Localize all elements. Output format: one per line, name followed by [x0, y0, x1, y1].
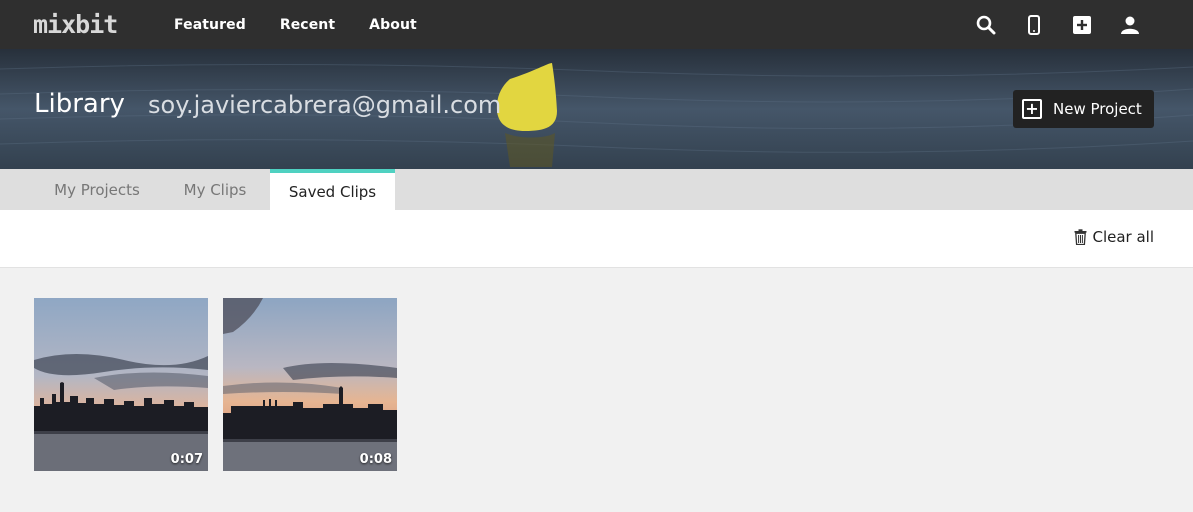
mixbit-logo[interactable]: mixbit — [33, 11, 135, 37]
clip-duration: 0:07 — [170, 452, 203, 467]
library-tabs: My Projects My Clips Saved Clips — [0, 169, 1193, 210]
user-icon[interactable] — [1119, 14, 1141, 36]
search-icon[interactable] — [975, 14, 997, 36]
clip-thumbnail-image — [223, 298, 397, 471]
tab-my-clips[interactable]: My Clips — [164, 169, 266, 210]
phone-icon[interactable] — [1023, 14, 1045, 36]
new-project-label: New Project — [1053, 100, 1142, 118]
clip-thumbnail-image — [34, 298, 208, 471]
nav-featured[interactable]: Featured — [174, 17, 246, 33]
page-title: Library — [34, 89, 125, 119]
new-project-button[interactable]: + New Project — [1013, 90, 1154, 128]
top-navigation-bar: mixbit Featured Recent About — [0, 0, 1193, 49]
plus-icon: + — [1022, 99, 1042, 119]
clip-duration: 0:08 — [359, 452, 392, 467]
library-header-banner: Library soy.javiercabrera@gmail.com + Ne… — [0, 49, 1193, 169]
nav-recent[interactable]: Recent — [280, 17, 335, 33]
logo-text: mixbit — [33, 11, 117, 37]
add-square-icon[interactable] — [1071, 14, 1093, 36]
saved-clip-thumbnail[interactable]: 0:07 — [34, 298, 208, 471]
trash-icon — [1074, 229, 1087, 245]
main-nav: Featured Recent About — [174, 0, 451, 49]
tab-saved-clips[interactable]: Saved Clips — [270, 169, 395, 210]
tab-my-projects[interactable]: My Projects — [30, 169, 164, 210]
nav-about[interactable]: About — [369, 17, 417, 33]
clips-toolbar: Clear all — [0, 210, 1193, 268]
saved-clip-thumbnail[interactable]: 0:08 — [223, 298, 397, 471]
clear-all-label: Clear all — [1092, 228, 1154, 246]
user-email: soy.javiercabrera@gmail.com — [148, 91, 502, 119]
tab-label: My Projects — [54, 180, 140, 199]
top-icons — [949, 0, 1141, 49]
tab-label: Saved Clips — [288, 182, 377, 201]
tab-label: My Clips — [183, 180, 247, 199]
clear-all-button[interactable]: Clear all — [1074, 228, 1154, 246]
